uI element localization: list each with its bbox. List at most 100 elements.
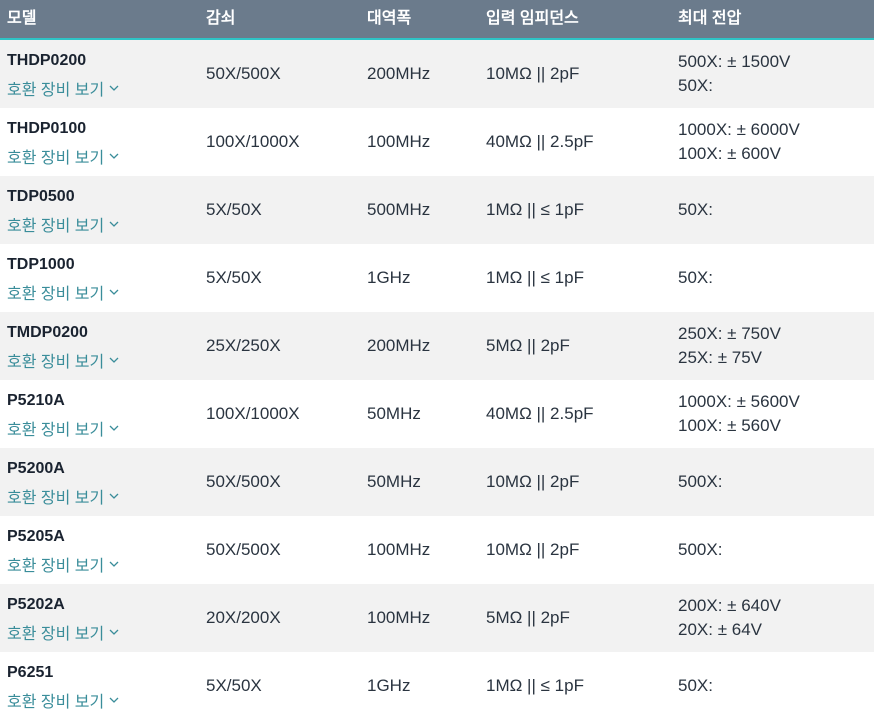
voltage-line: 100X: ± 600V: [678, 144, 781, 163]
max-voltage-value: 500X:: [678, 538, 722, 562]
chevron-down-icon: [109, 153, 119, 159]
impedance-value: 40MΩ || 2.5pF: [486, 132, 594, 151]
header-bandwidth[interactable]: 대역폭: [367, 0, 411, 38]
compat-label: 호환 장비 보기: [7, 150, 105, 167]
model-name: THDP0200: [7, 52, 87, 69]
chevron-down-icon: [109, 289, 119, 295]
compat-label: 호환 장비 보기: [7, 626, 105, 643]
bandwidth-value: 50MHz: [367, 472, 421, 491]
table-row: P6251 호환 장비 보기 5X/50X 1GHz 1MΩ || ≤ 1pF 50X:: [0, 652, 874, 720]
model-name: P5202A: [7, 596, 65, 613]
view-compatible-devices-link[interactable]: 호환 장비 보기: [7, 688, 119, 712]
compat-label: 호환 장비 보기: [7, 286, 105, 303]
bandwidth-value: 500MHz: [367, 200, 431, 219]
impedance-value: 1MΩ || ≤ 1pF: [486, 676, 584, 695]
model-name: P6251: [7, 664, 54, 681]
impedance-value: 5MΩ || 2pF: [486, 336, 570, 355]
max-voltage-value: 250X: ± 750V 25X: ± 75V: [678, 322, 781, 370]
model-name: TDP0500: [7, 188, 75, 205]
model-name: TDP1000: [7, 256, 75, 273]
table-row: P5200A 호환 장비 보기 50X/500X 50MHz 10MΩ || 2pF 50…: [0, 448, 874, 516]
impedance-value: 1MΩ || ≤ 1pF: [486, 200, 584, 219]
bandwidth-value: 200MHz: [367, 64, 431, 83]
attenuation-value: 100X/1000X: [206, 404, 300, 423]
chevron-down-icon: [109, 561, 119, 567]
view-compatible-devices-link[interactable]: 호환 장비 보기: [7, 416, 119, 440]
view-compatible-devices-link[interactable]: 호환 장비 보기: [7, 280, 119, 304]
chevron-down-icon: [109, 357, 119, 363]
voltage-line: 100X: ± 560V: [678, 416, 781, 435]
table-row: P5210A 호환 장비 보기 100X/1000X 50MHz 40MΩ || 2.5…: [0, 380, 874, 448]
max-voltage-value: 500X: ± 1500V 50X:: [678, 50, 790, 98]
max-voltage-value: 500X:: [678, 470, 722, 494]
header-max-voltage[interactable]: 최대 전압: [678, 0, 741, 38]
chevron-down-icon: [109, 221, 119, 227]
voltage-line: 50X:: [678, 676, 713, 695]
compat-label: 호환 장비 보기: [7, 422, 105, 439]
attenuation-value: 20X/200X: [206, 608, 281, 627]
view-compatible-devices-link[interactable]: 호환 장비 보기: [7, 552, 119, 576]
voltage-line: 25X: ± 75V: [678, 348, 762, 367]
table-header: 모델 감쇠 대역폭 입력 임피던스 최대 전압: [0, 0, 874, 40]
model-name: P5200A: [7, 460, 65, 477]
impedance-value: 1MΩ || ≤ 1pF: [486, 268, 584, 287]
voltage-line: 1000X: ± 6000V: [678, 120, 800, 139]
probe-comparison-table: 모델 감쇠 대역폭 입력 임피던스 최대 전압 THDP0200 호환 장비 보기…: [0, 0, 874, 720]
bandwidth-value: 1GHz: [367, 676, 411, 695]
voltage-line: 50X:: [678, 268, 713, 287]
view-compatible-devices-link[interactable]: 호환 장비 보기: [7, 212, 119, 236]
attenuation-value: 5X/50X: [206, 200, 262, 219]
bandwidth-value: 50MHz: [367, 404, 421, 423]
attenuation-value: 50X/500X: [206, 64, 281, 83]
compat-label: 호환 장비 보기: [7, 218, 105, 235]
voltage-line: 1000X: ± 5600V: [678, 392, 800, 411]
view-compatible-devices-link[interactable]: 호환 장비 보기: [7, 76, 119, 100]
header-model[interactable]: 모델: [7, 0, 36, 38]
chevron-down-icon: [109, 629, 119, 635]
model-name: P5210A: [7, 392, 65, 409]
header-input-impedance[interactable]: 입력 임피던스: [486, 0, 579, 38]
table-row: THDP0100 호환 장비 보기 100X/1000X 100MHz 40MΩ || …: [0, 108, 874, 176]
impedance-value: 10MΩ || 2pF: [486, 64, 580, 83]
chevron-down-icon: [109, 425, 119, 431]
view-compatible-devices-link[interactable]: 호환 장비 보기: [7, 620, 119, 644]
model-name: P5205A: [7, 528, 65, 545]
compat-label: 호환 장비 보기: [7, 694, 105, 711]
view-compatible-devices-link[interactable]: 호환 장비 보기: [7, 348, 119, 372]
model-name: THDP0100: [7, 120, 87, 137]
chevron-down-icon: [109, 493, 119, 499]
impedance-value: 5MΩ || 2pF: [486, 608, 570, 627]
bandwidth-value: 100MHz: [367, 608, 431, 627]
max-voltage-value: 200X: ± 640V 20X: ± 64V: [678, 594, 781, 642]
bandwidth-value: 100MHz: [367, 540, 431, 559]
table-row: P5205A 호환 장비 보기 50X/500X 100MHz 10MΩ || 2pF 5…: [0, 516, 874, 584]
model-name: TMDP0200: [7, 324, 88, 341]
header-attenuation[interactable]: 감쇠: [206, 0, 235, 38]
max-voltage-value: 50X:: [678, 266, 713, 290]
bandwidth-value: 1GHz: [367, 268, 411, 287]
max-voltage-value: 50X:: [678, 674, 713, 698]
table-row: P5202A 호환 장비 보기 20X/200X 100MHz 5MΩ || 2pF 20…: [0, 584, 874, 652]
voltage-line: 500X:: [678, 472, 723, 491]
max-voltage-value: 1000X: ± 5600V 100X: ± 560V: [678, 390, 800, 438]
voltage-line: 50X:: [678, 76, 713, 95]
voltage-line: 50X:: [678, 200, 713, 219]
table-row: TMDP0200 호환 장비 보기 25X/250X 200MHz 5MΩ || 2pF…: [0, 312, 874, 380]
table-row: TDP1000 호환 장비 보기 5X/50X 1GHz 1MΩ || ≤ 1pF 50X…: [0, 244, 874, 312]
compat-label: 호환 장비 보기: [7, 490, 105, 507]
voltage-line: 200X: ± 640V: [678, 596, 781, 615]
table-row: TDP0500 호환 장비 보기 5X/50X 500MHz 1MΩ || ≤ 1pF 5…: [0, 176, 874, 244]
impedance-value: 10MΩ || 2pF: [486, 472, 580, 491]
voltage-line: 500X: ± 1500V: [678, 52, 791, 71]
impedance-value: 40MΩ || 2.5pF: [486, 404, 594, 423]
max-voltage-value: 50X:: [678, 198, 713, 222]
bandwidth-value: 100MHz: [367, 132, 431, 151]
compat-label: 호환 장비 보기: [7, 354, 105, 371]
view-compatible-devices-link[interactable]: 호환 장비 보기: [7, 484, 119, 508]
attenuation-value: 25X/250X: [206, 336, 281, 355]
chevron-down-icon: [109, 697, 119, 703]
view-compatible-devices-link[interactable]: 호환 장비 보기: [7, 144, 119, 168]
compat-label: 호환 장비 보기: [7, 558, 105, 575]
attenuation-value: 5X/50X: [206, 676, 262, 695]
attenuation-value: 5X/50X: [206, 268, 262, 287]
